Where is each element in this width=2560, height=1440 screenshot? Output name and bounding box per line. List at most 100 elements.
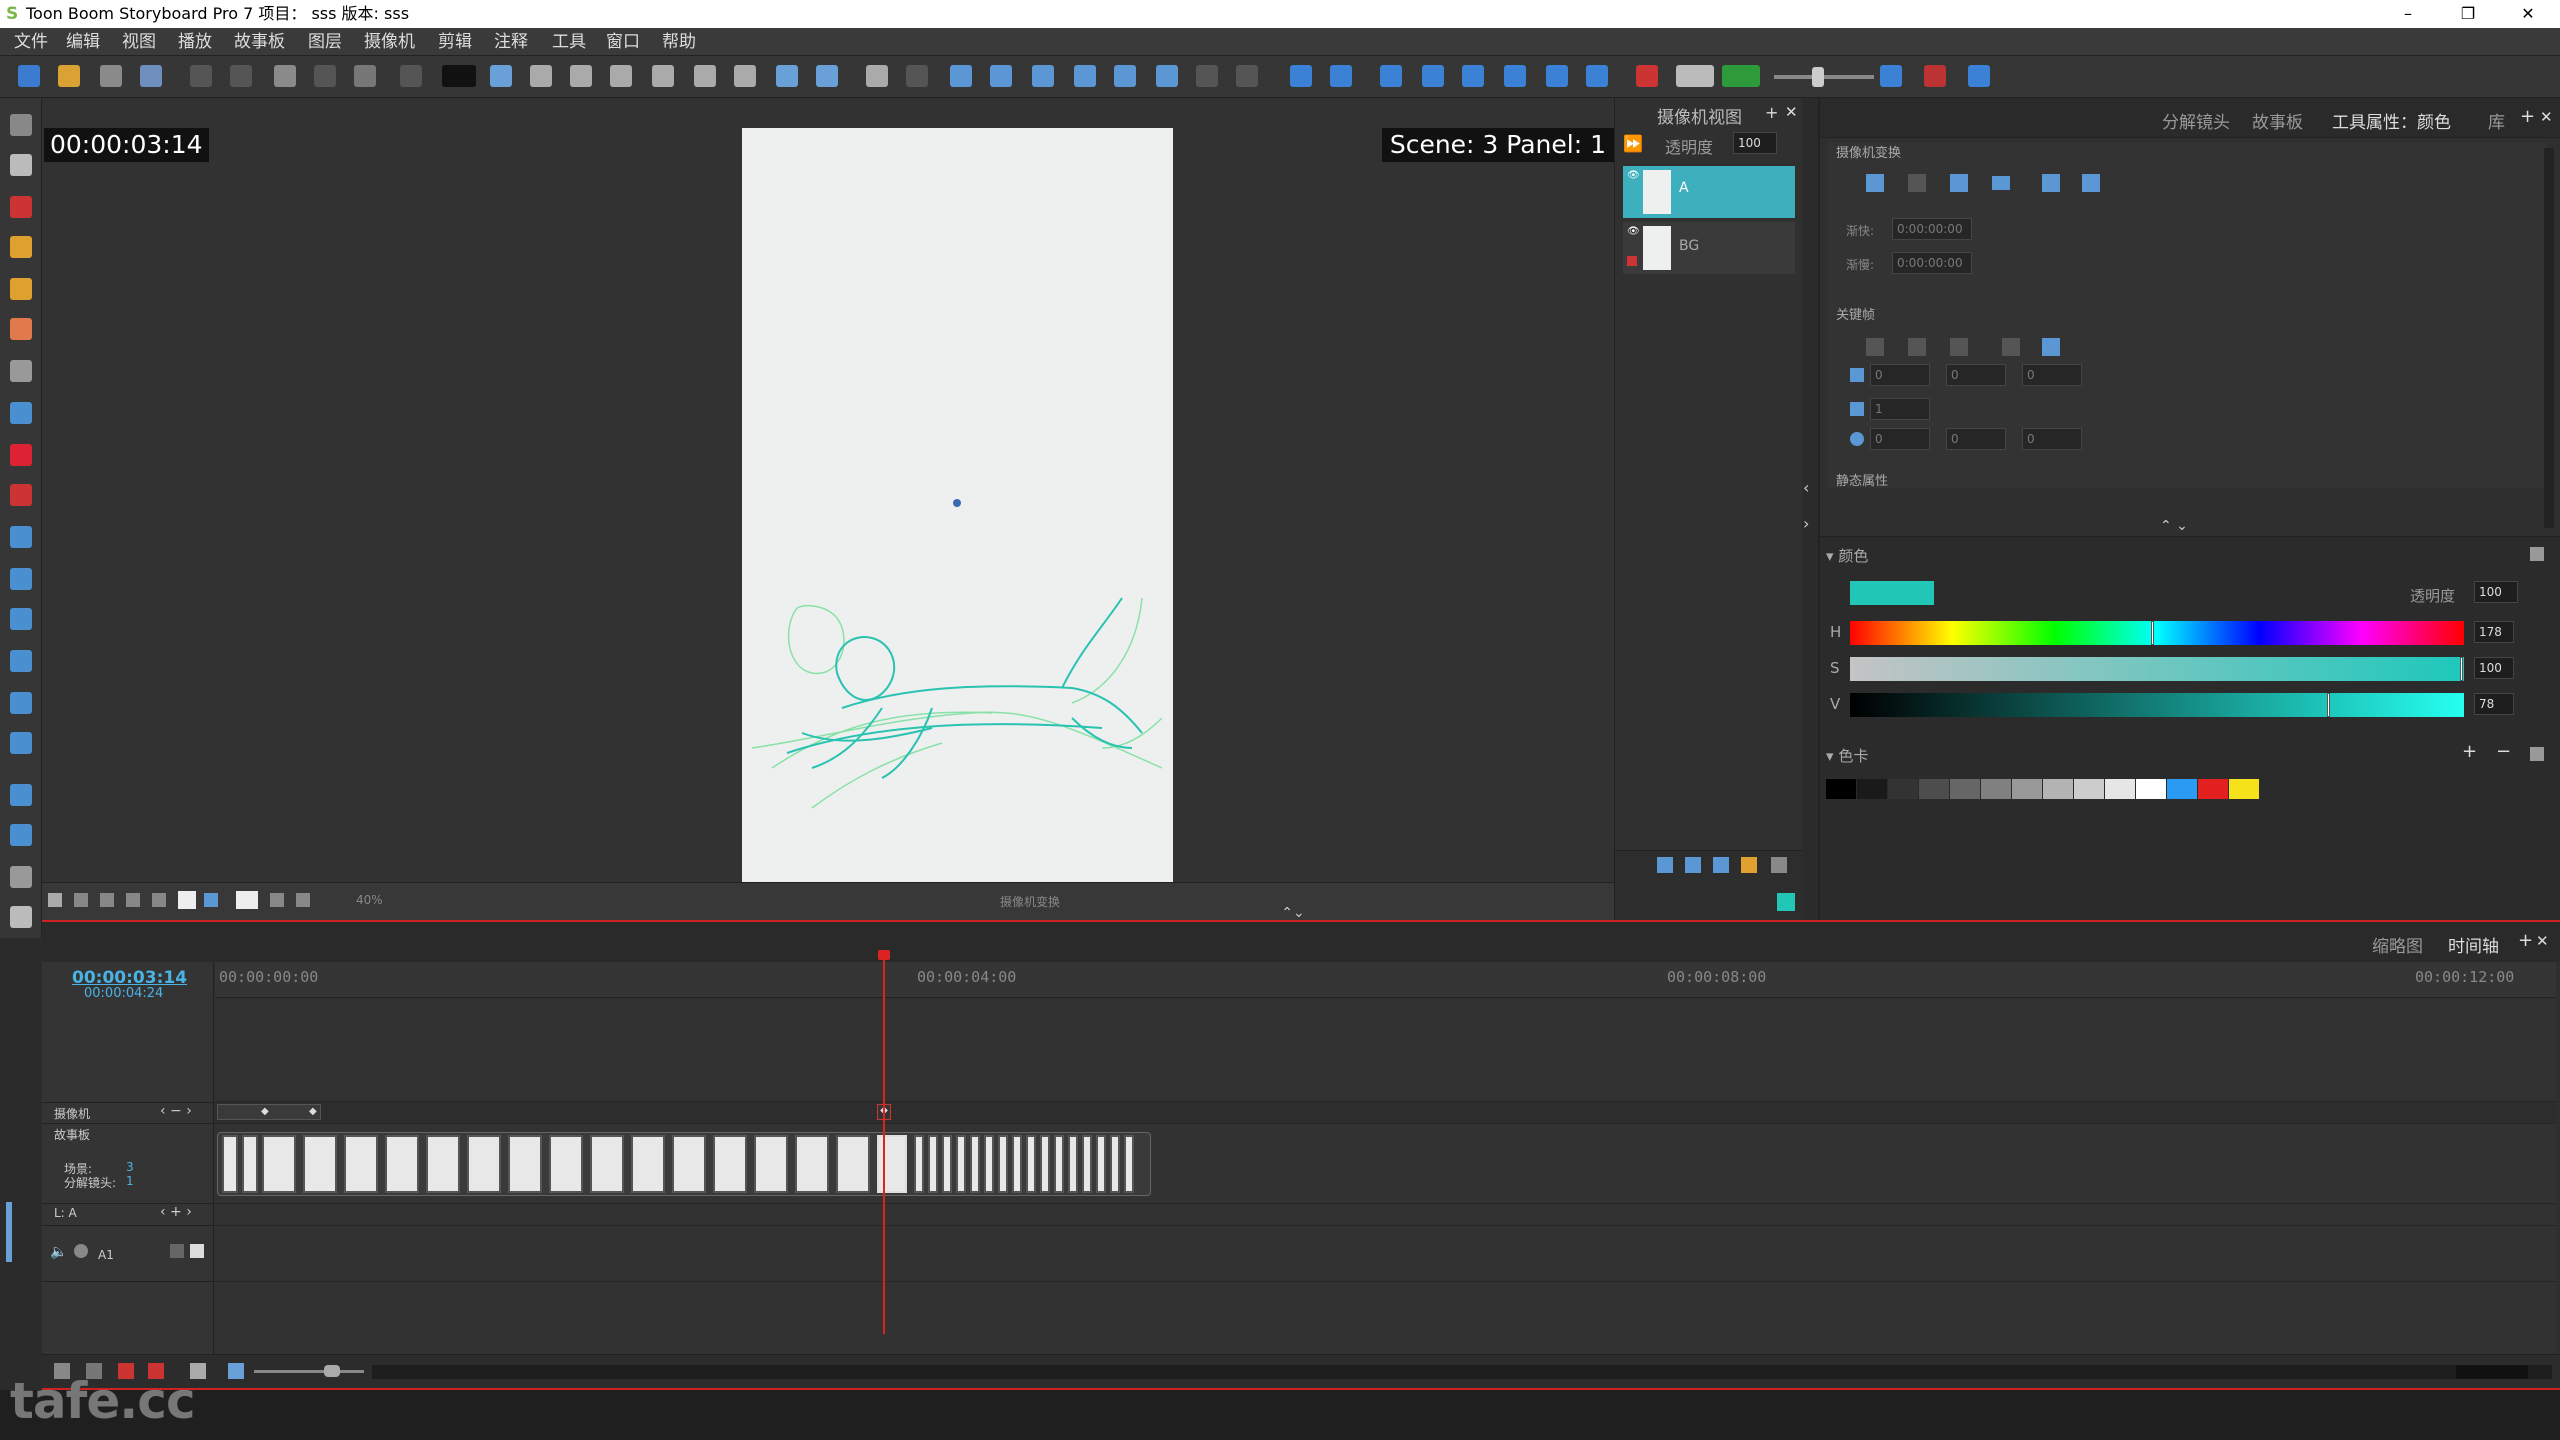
panel-thumbnail[interactable] <box>1040 1135 1050 1193</box>
pos-x-field[interactable]: 0 <box>1870 364 1930 386</box>
palette-swatch[interactable] <box>1950 779 1980 799</box>
kf-tool-4-icon[interactable] <box>2002 338 2020 356</box>
kf-tool-1-icon[interactable] <box>1866 338 1884 356</box>
speaker-icon[interactable]: 🔈 <box>50 1244 67 1260</box>
panel-thumbnail[interactable] <box>222 1135 238 1193</box>
panel-thumbnail[interactable] <box>1110 1135 1120 1193</box>
close-tab-icon[interactable]: ✕ <box>2536 932 2549 950</box>
pen-pressure-icon[interactable] <box>1968 65 1990 87</box>
copy-transform-icon[interactable] <box>2042 174 2060 192</box>
camera-transform-icon[interactable] <box>10 608 32 630</box>
layer-color-swatch[interactable] <box>1777 893 1795 911</box>
safe-frame-icon[interactable] <box>74 893 88 907</box>
remove-swatch-icon[interactable]: − <box>2496 741 2511 762</box>
loop-icon[interactable] <box>1504 65 1526 87</box>
grid-view-icon[interactable] <box>48 893 62 907</box>
palette-swatch[interactable] <box>1981 779 2011 799</box>
menu-annotation[interactable]: 注释 <box>494 31 528 53</box>
camera-tool-7-icon[interactable] <box>1236 65 1258 87</box>
palette-swatch[interactable] <box>1857 779 1887 799</box>
undo-icon[interactable] <box>354 65 376 87</box>
panel-thumbnail[interactable] <box>754 1135 788 1193</box>
panel-thumbnail[interactable] <box>984 1135 994 1193</box>
tab-shot[interactable]: 分解镜头 <box>2162 108 2230 133</box>
sound-icon[interactable] <box>1546 65 1568 87</box>
kf-tool-3-icon[interactable] <box>1950 338 1968 356</box>
panel-thumbnail[interactable] <box>914 1135 924 1193</box>
palette-swatch[interactable] <box>1888 779 1918 799</box>
panel-thumbnail[interactable] <box>508 1135 542 1193</box>
zoom-timeline-icon[interactable] <box>228 1363 244 1379</box>
camera-track[interactable]: ◆ ◆ ◆ <box>215 1102 2556 1124</box>
text-icon[interactable] <box>10 360 32 382</box>
stage-view[interactable]: 00:00:03:14 Scene: 3 Panel: 1 <box>42 98 1614 884</box>
close-tab-icon[interactable]: ✕ <box>1785 103 1798 121</box>
panel-thumbnail[interactable] <box>1096 1135 1106 1193</box>
paste-icon[interactable] <box>274 65 296 87</box>
delete-icon[interactable] <box>314 65 336 87</box>
add-tab-icon[interactable]: + <box>2518 930 2533 951</box>
delete-layer-icon[interactable] <box>1771 857 1787 873</box>
pos-z-field[interactable]: 0 <box>2022 364 2082 386</box>
panel-thumbnail[interactable] <box>836 1135 870 1193</box>
maximize-button[interactable]: ❐ <box>2440 0 2496 28</box>
panel-thumbnail[interactable] <box>344 1135 378 1193</box>
hue-slider[interactable] <box>1850 621 2464 645</box>
panel-thumbnail[interactable] <box>385 1135 419 1193</box>
panel-thumbnails[interactable] <box>217 1132 1151 1196</box>
zoom-level[interactable]: 40% <box>356 893 383 907</box>
palette-swatch[interactable] <box>2043 779 2073 799</box>
panel-thumbnail[interactable] <box>1026 1135 1036 1193</box>
camera-rotate-icon[interactable] <box>906 65 928 87</box>
menu-file[interactable]: 文件 <box>14 31 48 53</box>
timeline-zoom-slider[interactable] <box>254 1370 364 1373</box>
layer-row-a[interactable]: 👁 A <box>1623 166 1795 218</box>
tab-library[interactable]: 库 <box>2488 108 2505 133</box>
camera-track-nav-icon[interactable]: ‹ − › <box>160 1103 192 1119</box>
current-color-swatch[interactable] <box>1850 581 1934 605</box>
trash-icon[interactable] <box>10 866 32 888</box>
camera-tool-3-icon[interactable] <box>1074 65 1096 87</box>
kf-tool-2-icon[interactable] <box>1908 338 1926 356</box>
palette-swatch[interactable] <box>2198 779 2228 799</box>
palette-swatch[interactable] <box>2136 779 2166 799</box>
palette-swatch[interactable] <box>2012 779 2042 799</box>
add-swatch-icon[interactable]: + <box>2462 741 2477 762</box>
rotate-view-icon[interactable] <box>270 893 284 907</box>
flip-view-icon[interactable] <box>296 893 310 907</box>
minimize-button[interactable]: – <box>2380 0 2436 28</box>
add-tab-icon[interactable]: + <box>1765 103 1778 122</box>
layout-3-icon[interactable] <box>652 65 674 87</box>
scale-field[interactable]: 1 <box>1870 398 1930 420</box>
panel-thumbnail[interactable] <box>426 1135 460 1193</box>
save-icon[interactable] <box>100 65 122 87</box>
stroke-view-icon[interactable] <box>236 891 258 909</box>
paint-icon[interactable] <box>10 444 32 466</box>
audio-track[interactable] <box>215 1226 2556 1282</box>
rot-z-field[interactable]: 0 <box>2022 428 2082 450</box>
v-value-field[interactable]: 78 <box>2474 693 2514 715</box>
palette-menu-icon[interactable] <box>2530 747 2544 761</box>
panel-thumbnail[interactable] <box>942 1135 952 1193</box>
add-group-icon[interactable] <box>1741 857 1757 873</box>
select-icon[interactable] <box>10 114 32 136</box>
play-icon[interactable] <box>1462 65 1484 87</box>
paste-transform-icon[interactable] <box>2082 174 2100 192</box>
zoom-out-icon[interactable] <box>776 65 798 87</box>
palette-swatch[interactable] <box>1826 779 1856 799</box>
redo-icon[interactable] <box>400 65 422 87</box>
keyframe-remove-icon[interactable] <box>1908 174 1926 192</box>
new-icon[interactable] <box>18 65 40 87</box>
solo-icon[interactable] <box>74 1244 88 1258</box>
panel-thumbnail[interactable] <box>928 1135 938 1193</box>
collapse-panel-icon[interactable]: ⌃⌄ <box>1272 906 1314 921</box>
line-icon[interactable] <box>10 402 32 424</box>
rot-x-field[interactable]: 0 <box>1870 428 1930 450</box>
panel-thumbnail[interactable] <box>467 1135 501 1193</box>
camera-tool-6-icon[interactable] <box>1196 65 1218 87</box>
value-handle[interactable] <box>2327 693 2330 717</box>
panel-thumbnail[interactable] <box>672 1135 706 1193</box>
layer-track-nav-icon[interactable]: ‹ + › <box>160 1204 192 1220</box>
camera-mask-icon[interactable] <box>178 891 196 909</box>
camera-tool-4-icon[interactable] <box>1114 65 1136 87</box>
